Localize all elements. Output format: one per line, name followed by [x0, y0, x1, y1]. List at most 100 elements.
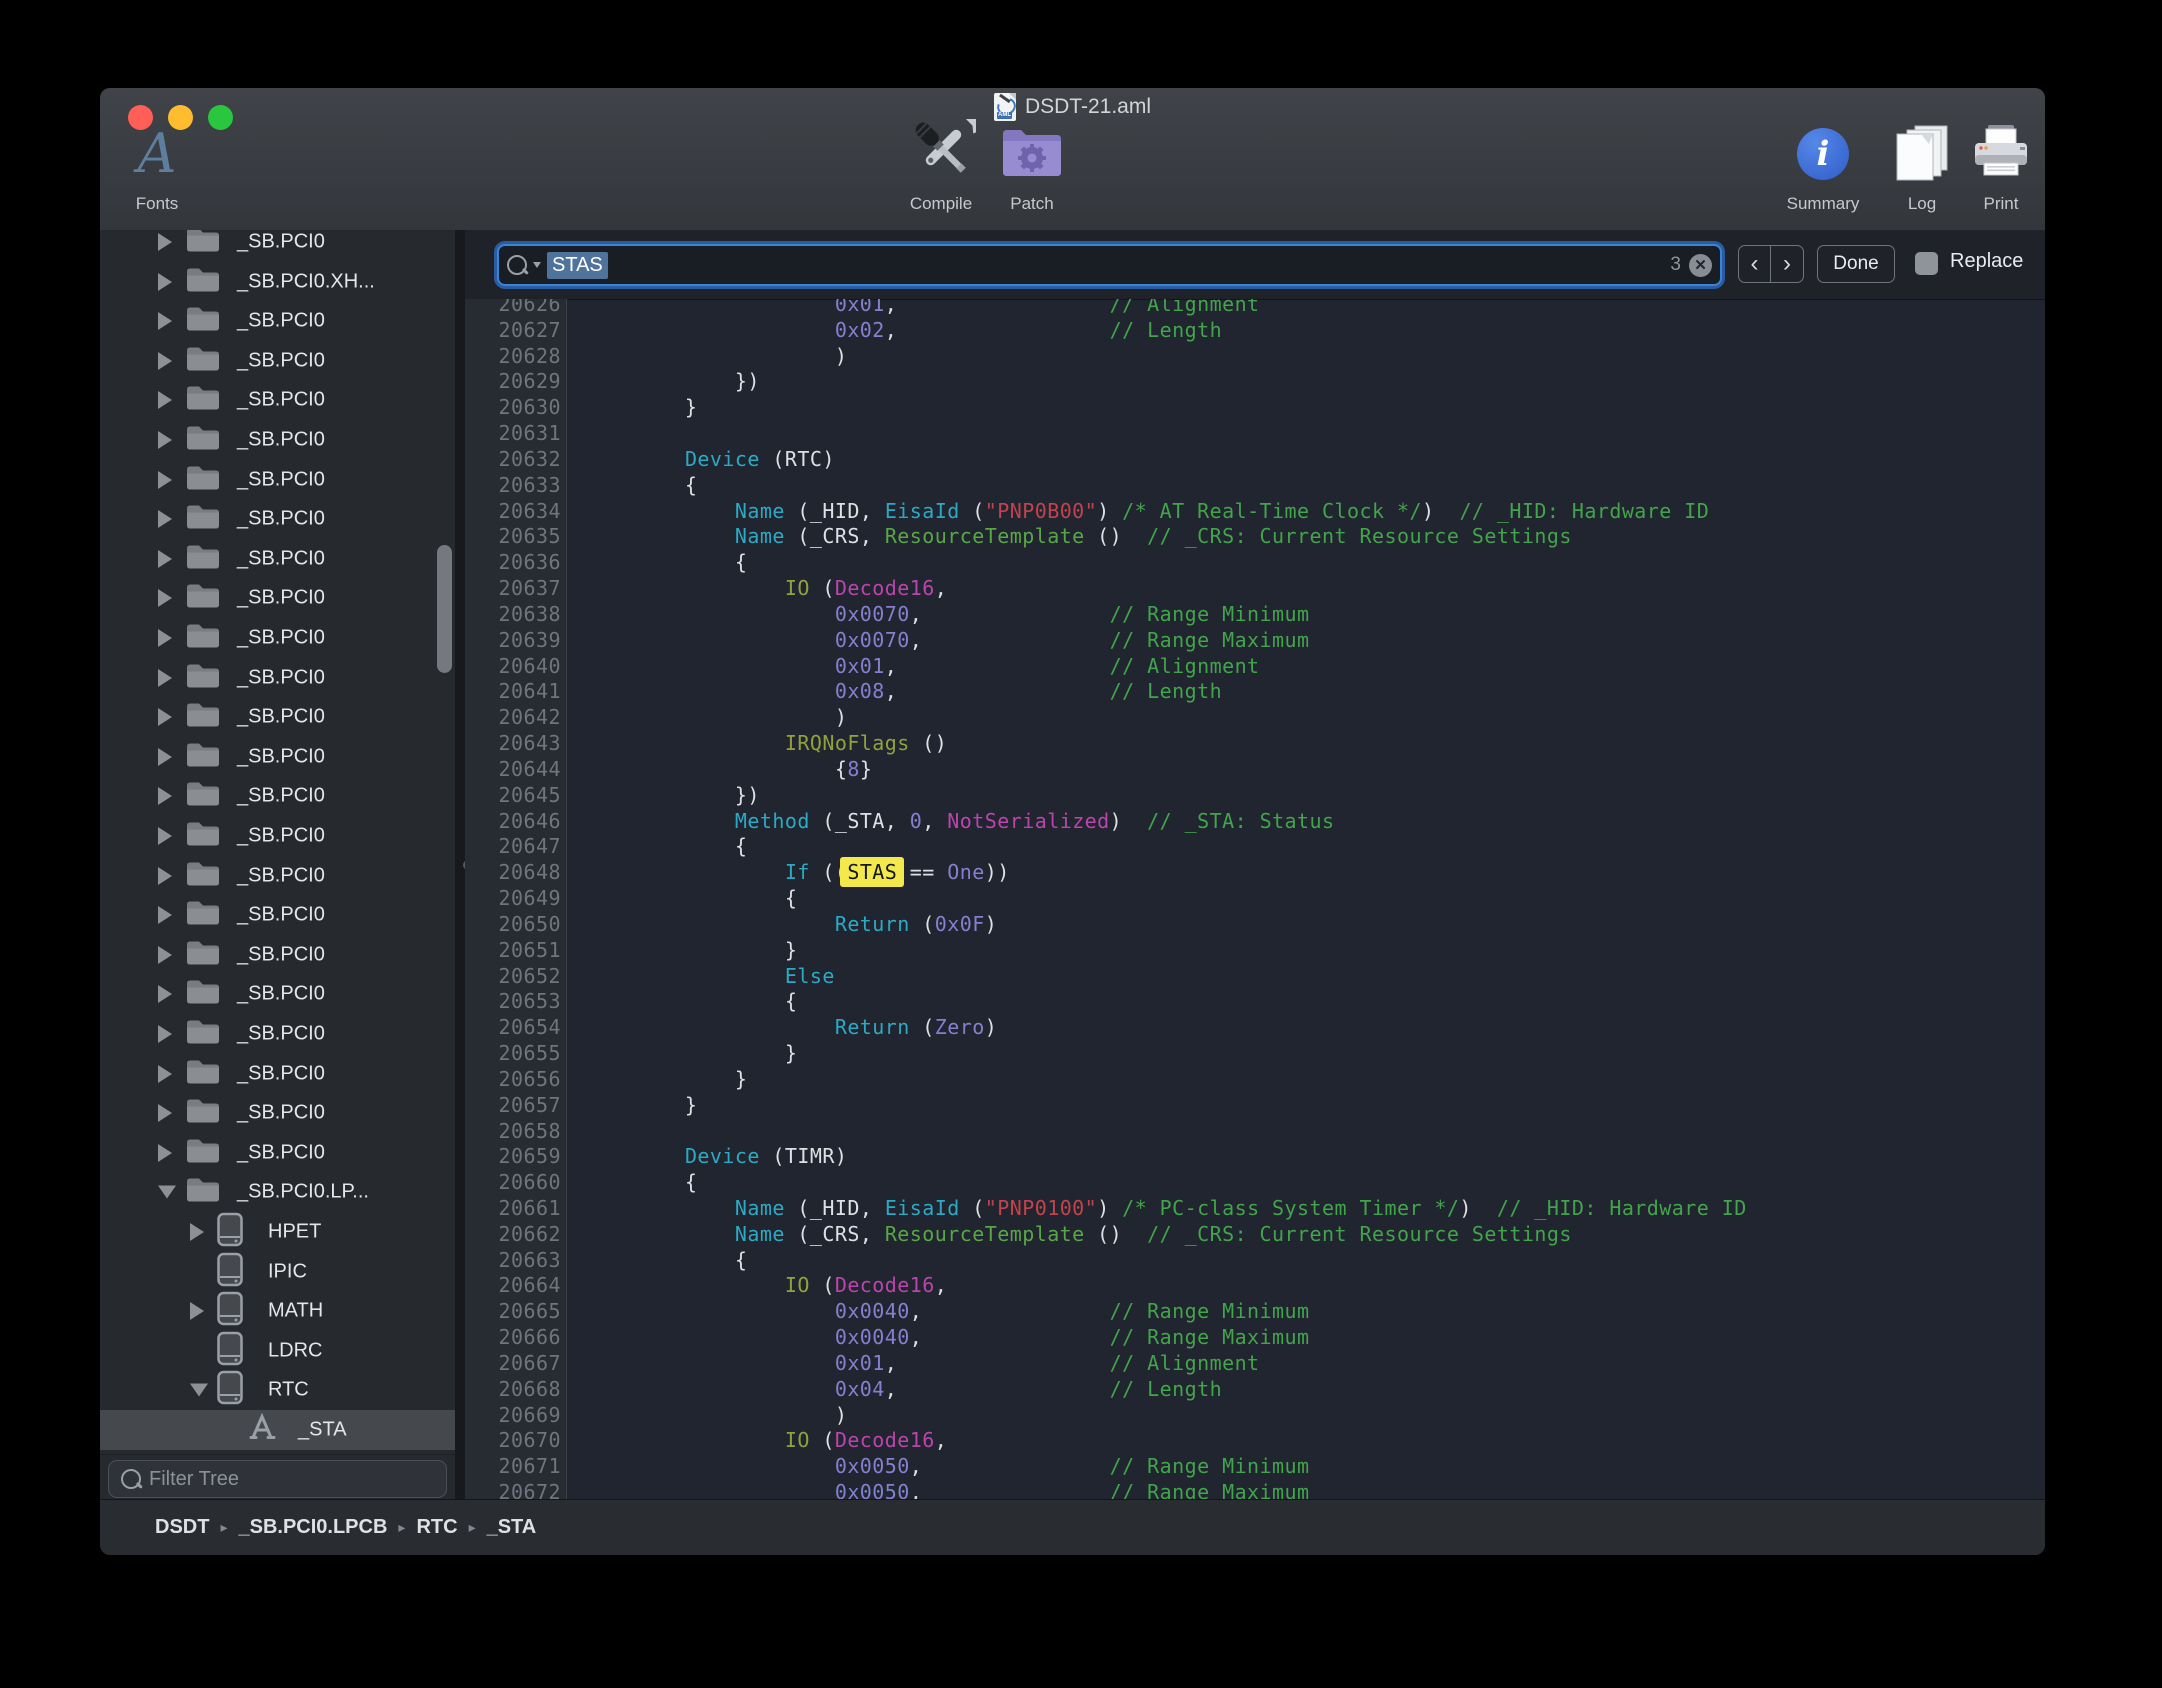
code-line: IO (Decode16, [585, 1273, 1747, 1299]
chevron-right-icon[interactable] [158, 589, 172, 607]
tree-row[interactable]: _SB.PCI0 [100, 301, 455, 341]
tree-row[interactable]: _SB.PCI0 [100, 737, 455, 777]
find-input[interactable]: STAS 3 ✕ [497, 244, 1722, 286]
breadcrumb-item[interactable]: DSDT [155, 1516, 209, 1539]
tree-row[interactable]: _SB.PCI0 [100, 895, 455, 935]
chevron-right-icon[interactable] [158, 985, 172, 1003]
chevron-right-icon[interactable] [158, 550, 172, 568]
tree-row[interactable]: _SB.PCI0 [100, 935, 455, 975]
code-line: Device (TIMR) [585, 1144, 1747, 1170]
tree-row[interactable]: _SB.PCI0 [100, 776, 455, 816]
tree-row[interactable]: MATH [100, 1291, 455, 1331]
tree-row[interactable]: _SB.PCI0 [100, 1093, 455, 1133]
tree-row[interactable]: _SB.PCI0 [100, 539, 455, 579]
tree-row[interactable]: _SB.PCI0 [100, 499, 455, 539]
chevron-right-icon[interactable] [158, 471, 172, 489]
match-count: 3 [1670, 254, 1689, 276]
chevron-right-icon[interactable] [190, 1223, 204, 1241]
folder-icon [185, 937, 221, 972]
tree-row[interactable]: _SB.PCI0 [100, 1054, 455, 1094]
breadcrumb-item[interactable]: _STA [487, 1516, 537, 1539]
tree-row-label: IPIC [268, 1260, 307, 1283]
chevron-down-icon[interactable] [190, 1384, 208, 1397]
tree-row[interactable]: _SB.PCI0 [100, 230, 455, 262]
chevron-right-icon[interactable] [158, 867, 172, 885]
tree-row[interactable]: _SB.PCI0.XH... [100, 262, 455, 302]
find-next-button[interactable]: › [1771, 245, 1804, 283]
chevron-down-icon[interactable] [158, 1186, 176, 1199]
chevron-right-icon[interactable] [158, 669, 172, 687]
find-previous-button[interactable]: ‹ [1738, 245, 1771, 283]
tree-row[interactable]: _SB.PCI0 [100, 697, 455, 737]
chevron-right-icon[interactable] [158, 391, 172, 409]
content-area: _SB.PCI0_SB.PCI0.XH..._SB.PCI0_SB.PCI0_S… [100, 230, 2045, 1500]
code-line: Return (Zero) [585, 1015, 1747, 1041]
folder-icon [185, 230, 221, 260]
tree-row-label: _SB.PCI0 [237, 587, 325, 610]
folder-icon [185, 343, 221, 378]
tree-row[interactable]: _STA [100, 1410, 455, 1450]
chevron-right-icon[interactable] [158, 787, 172, 805]
code-line: Name (_CRS, ResourceTemplate () // _CRS:… [585, 524, 1747, 550]
tree-row[interactable]: _SB.PCI0 [100, 974, 455, 1014]
tree-row[interactable]: _SB.PCI0 [100, 618, 455, 658]
tree-row[interactable]: _SB.PCI0 [100, 460, 455, 500]
chevron-right-icon[interactable] [158, 1104, 172, 1122]
code-line: 0x0040, // Range Minimum [585, 1299, 1747, 1325]
code-line: { [585, 1170, 1747, 1196]
breadcrumb-item[interactable]: RTC [416, 1516, 457, 1539]
editor-pane: STAS 3 ✕ ‹ › Done Replace 20626 20627 20… [465, 230, 2045, 1500]
folder-icon [185, 304, 221, 339]
chevron-right-icon[interactable] [158, 708, 172, 726]
tree-row[interactable]: HPET [100, 1212, 455, 1252]
chevron-right-icon[interactable] [190, 1302, 204, 1320]
chevron-right-icon[interactable] [158, 827, 172, 845]
chevron-right-icon[interactable] [158, 1025, 172, 1043]
code-line: { [585, 989, 1747, 1015]
chevron-right-icon[interactable] [158, 1144, 172, 1162]
tree-row[interactable]: _SB.PCI0 [100, 341, 455, 381]
chevron-right-icon[interactable] [158, 946, 172, 964]
code-line: } [585, 395, 1747, 421]
chevron-right-icon[interactable] [158, 906, 172, 924]
clear-search-icon[interactable]: ✕ [1689, 254, 1712, 277]
folder-icon [185, 264, 221, 299]
search-options-chevron-icon[interactable] [533, 262, 541, 268]
chevron-right-icon[interactable] [158, 1065, 172, 1083]
tree-row[interactable]: IPIC [100, 1252, 455, 1292]
chevron-right-icon[interactable] [158, 273, 172, 291]
code-line: Name (_HID, EisaId ("PNP0B00") /* AT Rea… [585, 499, 1747, 525]
fonts-label: Fonts [100, 194, 232, 214]
sidebar-tree[interactable]: _SB.PCI0_SB.PCI0.XH..._SB.PCI0_SB.PCI0_S… [100, 230, 455, 1500]
code-line: Device (RTC) [585, 447, 1747, 473]
chevron-right-icon[interactable] [158, 233, 172, 251]
replace-checkbox[interactable] [1915, 252, 1938, 275]
chevron-right-icon[interactable] [158, 431, 172, 449]
code-editor[interactable]: 20626 20627 20628 20629 20630 20631 2063… [465, 299, 2045, 1500]
chevron-right-icon[interactable] [158, 629, 172, 647]
tree-row[interactable]: _SB.PCI0 [100, 578, 455, 618]
print-button[interactable]: Print [1926, 118, 2045, 218]
chevron-right-icon[interactable] [158, 312, 172, 330]
tree-row[interactable]: _SB.PCI0 [100, 1133, 455, 1173]
tree-row[interactable]: _SB.PCI0.LP... [100, 1172, 455, 1212]
tree-row[interactable]: _SB.PCI0 [100, 420, 455, 460]
tree-row[interactable]: _SB.PCI0 [100, 380, 455, 420]
done-button[interactable]: Done [1817, 245, 1895, 283]
sidebar-scrollbar[interactable] [437, 545, 452, 673]
chevron-right-icon[interactable] [158, 510, 172, 528]
code-line: 0x04, // Length [585, 1377, 1747, 1403]
breadcrumb-item[interactable]: _SB.PCI0.LPCB [238, 1516, 387, 1539]
tree-row[interactable]: _SB.PCI0 [100, 816, 455, 856]
fonts-button[interactable]: A Fonts [100, 118, 232, 218]
filter-tree-input[interactable]: Filter Tree [108, 1460, 447, 1498]
patch-button[interactable]: Patch [957, 118, 1107, 218]
tree-row[interactable]: LDRC [100, 1331, 455, 1371]
tree-row[interactable]: _SB.PCI0 [100, 658, 455, 698]
code-line: { [585, 834, 1747, 860]
chevron-right-icon[interactable] [158, 352, 172, 370]
tree-row[interactable]: RTC [100, 1370, 455, 1410]
chevron-right-icon[interactable] [158, 748, 172, 766]
tree-row[interactable]: _SB.PCI0 [100, 1014, 455, 1054]
tree-row[interactable]: _SB.PCI0 [100, 856, 455, 896]
